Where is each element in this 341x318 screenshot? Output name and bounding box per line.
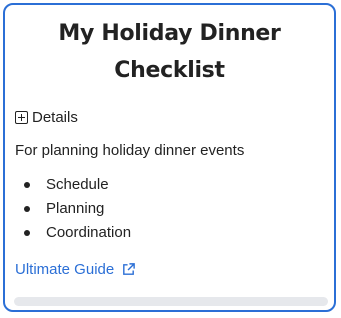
- details-label: Details: [32, 109, 78, 126]
- external-link-icon: [123, 263, 136, 275]
- list-item: Coordination: [15, 221, 131, 245]
- checklist-card: My Holiday Dinner Checklist Details For …: [3, 3, 336, 312]
- card-title: My Holiday Dinner Checklist: [58, 21, 281, 83]
- list-item-label: Schedule: [46, 176, 109, 193]
- link-label: Ultimate Guide: [15, 261, 115, 278]
- bullet-icon: [24, 206, 30, 212]
- list-item: Schedule: [15, 173, 131, 197]
- horizontal-scrollbar[interactable]: [14, 297, 328, 306]
- list-item: Planning: [15, 197, 131, 221]
- plus-square-icon: [15, 111, 28, 124]
- bullet-icon: [24, 230, 30, 236]
- card-description: For planning holiday dinner events: [15, 142, 245, 159]
- details-toggle[interactable]: Details: [15, 109, 78, 126]
- ultimate-guide-link[interactable]: Ultimate Guide: [15, 261, 136, 278]
- bullet-icon: [24, 182, 30, 188]
- checklist: Schedule Planning Coordination: [15, 173, 131, 245]
- list-item-label: Planning: [46, 200, 105, 217]
- list-item-label: Coordination: [46, 224, 132, 241]
